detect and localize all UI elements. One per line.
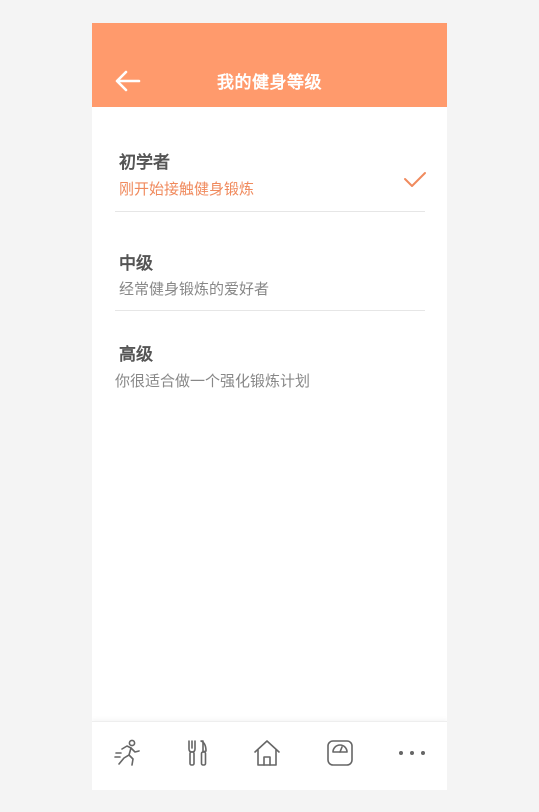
- level-item-beginner[interactable]: 初学者 刚开始接触健身锻炼: [115, 107, 426, 212]
- level-description: 刚开始接触健身锻炼: [119, 180, 255, 198]
- phone-screen: 我的健身等级 初学者 刚开始接触健身锻炼 中级 经常健身锻炼的爱好者 高级 你很…: [92, 23, 447, 790]
- tab-home[interactable]: [252, 737, 282, 769]
- level-item-advanced[interactable]: 高级 你很适合做一个强化锻炼计划: [115, 311, 425, 403]
- app-header: 我的健身等级: [92, 23, 447, 107]
- tab-weight[interactable]: [325, 737, 355, 769]
- check-icon: [404, 172, 426, 187]
- scale-icon: [327, 740, 353, 766]
- level-list: 初学者 刚开始接触健身锻炼 中级 经常健身锻炼的爱好者 高级 你很适合做一个强化…: [92, 107, 447, 403]
- home-icon: [254, 740, 280, 766]
- bottom-tab-bar: [92, 721, 447, 790]
- level-description: 你很适合做一个强化锻炼计划: [115, 372, 311, 390]
- level-name: 中级: [119, 254, 153, 274]
- level-item-intermediate[interactable]: 中级 经常健身锻炼的爱好者: [115, 212, 425, 311]
- level-description: 经常健身锻炼的爱好者: [119, 280, 270, 298]
- tab-diet[interactable]: [182, 737, 212, 769]
- fork-knife-icon: [188, 740, 207, 766]
- level-name: 初学者: [119, 153, 170, 173]
- tab-running[interactable]: [112, 737, 142, 769]
- tab-more[interactable]: [397, 737, 427, 769]
- more-icon: [399, 751, 425, 755]
- page-title: 我的健身等级: [217, 73, 322, 93]
- level-name: 高级: [119, 345, 153, 365]
- running-icon: [114, 739, 140, 766]
